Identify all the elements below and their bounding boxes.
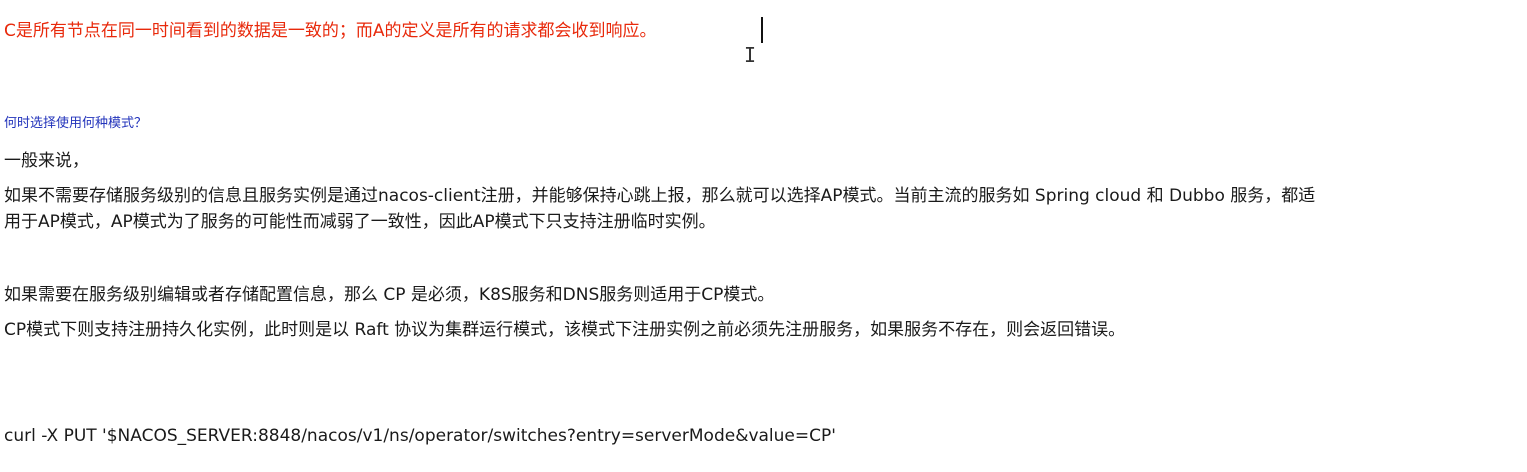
- intro-paragraph: 一般来说，: [4, 151, 89, 171]
- ap-paragraph-line-1: 如果不需要存储服务级别的信息且服务实例是通过nacos-client注册，并能够…: [4, 186, 1316, 206]
- text-caret: [761, 17, 763, 43]
- section-heading: 何时选择使用何种模式？: [4, 116, 148, 131]
- cp-paragraph-line-1: 如果需要在服务级别编辑或者存储配置信息，那么 CP 是必须，K8S服务和DNS服…: [4, 285, 775, 305]
- ap-paragraph-line-2: 用于AP模式，AP模式为了服务的可能性而减弱了一致性，因此AP模式下只支持注册临…: [4, 212, 716, 232]
- cap-definition-highlight: C是所有节点在同一时间看到的数据是一致的；而A的定义是所有的请求都会收到响应。: [4, 21, 657, 41]
- ibeam-cursor-icon: I: [744, 43, 757, 67]
- document-body[interactable]: C是所有节点在同一时间看到的数据是一致的；而A的定义是所有的请求都会收到响应。 …: [0, 0, 1527, 472]
- curl-command: curl -X PUT '$NACOS_SERVER:8848/nacos/v1…: [4, 426, 836, 446]
- cp-paragraph-line-2: CP模式下则支持注册持久化实例，此时则是以 Raft 协议为集群运行模式，该模式…: [4, 320, 1126, 340]
